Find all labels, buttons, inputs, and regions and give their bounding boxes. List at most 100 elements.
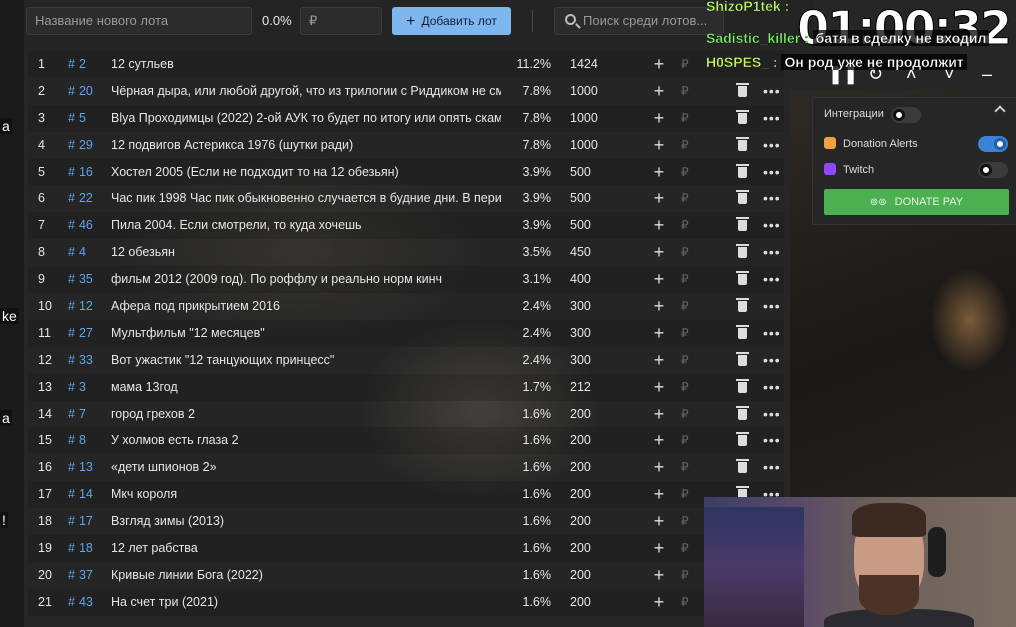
search-input[interactable]: Поиск среди лотов... — [554, 7, 724, 35]
lot-id-link[interactable]: #5 — [68, 105, 96, 132]
more-icon[interactable]: ••• — [763, 347, 780, 374]
lot-id-link[interactable]: #16 — [68, 159, 96, 186]
trash-icon[interactable] — [736, 351, 749, 366]
add-amount-icon[interactable]: + — [652, 481, 666, 508]
trash-icon[interactable] — [736, 244, 749, 259]
lot-name[interactable]: город грехов 2 — [111, 401, 501, 428]
lot-name[interactable]: Афера под прикрытием 2016 — [111, 293, 501, 320]
lot-name[interactable]: 12 лет рабства — [111, 535, 501, 562]
more-icon[interactable]: ••• — [763, 105, 780, 132]
add-amount-icon[interactable]: + — [652, 185, 666, 212]
donation-alerts-toggle[interactable] — [978, 136, 1008, 152]
trash-icon[interactable] — [736, 405, 749, 420]
lot-name[interactable]: Взгляд зимы (2013) — [111, 508, 501, 535]
trash-icon[interactable] — [736, 163, 749, 178]
lot-name[interactable]: мама 13год — [111, 374, 501, 401]
add-amount-icon[interactable]: + — [652, 51, 666, 78]
minus-icon[interactable]: ‒ — [982, 64, 992, 85]
lot-id-link[interactable]: #35 — [68, 266, 96, 293]
lot-name[interactable]: Пила 2004. Если смотрели, то куда хочешь — [111, 212, 501, 239]
lot-amount[interactable]: 200 — [570, 401, 610, 428]
donate-pay-button[interactable]: ⊚⊚ DONATE PAY — [824, 189, 1009, 215]
trash-icon[interactable] — [736, 136, 749, 151]
more-icon[interactable]: ••• — [763, 159, 780, 186]
trash-icon[interactable] — [736, 217, 749, 232]
add-lot-button[interactable]: + Добавить лот — [392, 7, 511, 35]
lot-id-link[interactable]: #2 — [68, 51, 96, 78]
lot-name[interactable]: На счет три (2021) — [111, 589, 501, 616]
more-icon[interactable]: ••• — [763, 185, 780, 212]
lot-name[interactable]: Час пик 1998 Час пик обыкновенно случает… — [111, 185, 501, 212]
lot-name-input[interactable]: Название нового лота — [26, 7, 252, 35]
add-amount-icon[interactable]: + — [652, 562, 666, 589]
lot-id-link[interactable]: #7 — [68, 401, 96, 428]
trash-icon[interactable] — [736, 271, 749, 286]
lot-amount[interactable]: 200 — [570, 508, 610, 535]
add-amount-icon[interactable]: + — [652, 454, 666, 481]
lot-name[interactable]: фильм 2012 (2009 год). По роффлу и реаль… — [111, 266, 501, 293]
lot-id-link[interactable]: #3 — [68, 374, 96, 401]
lot-name[interactable]: «дети шпионов 2» — [111, 454, 501, 481]
add-amount-icon[interactable]: + — [652, 535, 666, 562]
more-icon[interactable]: ••• — [763, 427, 780, 454]
lot-amount[interactable]: 450 — [570, 239, 610, 266]
chevron-up-icon[interactable] — [994, 105, 1006, 117]
lot-id-link[interactable]: #43 — [68, 589, 96, 616]
lot-amount[interactable]: 300 — [570, 347, 610, 374]
lot-id-link[interactable]: #4 — [68, 239, 96, 266]
lot-id-link[interactable]: #20 — [68, 78, 96, 105]
lot-id-link[interactable]: #13 — [68, 454, 96, 481]
add-amount-icon[interactable]: + — [652, 239, 666, 266]
integrations-toggle[interactable] — [891, 107, 921, 123]
trash-icon[interactable] — [736, 378, 749, 393]
more-icon[interactable]: ••• — [763, 374, 780, 401]
lot-id-link[interactable]: #27 — [68, 320, 96, 347]
lot-amount[interactable]: 200 — [570, 562, 610, 589]
lot-name[interactable]: 12 сутльев — [111, 51, 501, 78]
lot-id-link[interactable]: #22 — [68, 185, 96, 212]
trash-icon[interactable] — [736, 432, 749, 447]
lot-id-link[interactable]: #33 — [68, 347, 96, 374]
trash-icon[interactable] — [736, 298, 749, 313]
add-amount-icon[interactable]: + — [652, 508, 666, 535]
more-icon[interactable]: ••• — [763, 454, 780, 481]
lot-amount[interactable]: 200 — [570, 535, 610, 562]
lot-name[interactable]: Вот ужастик "12 танцующих принцесс" — [111, 347, 501, 374]
lot-amount[interactable]: 200 — [570, 589, 610, 616]
lot-amount[interactable]: 500 — [570, 159, 610, 186]
more-icon[interactable]: ••• — [763, 320, 780, 347]
price-input[interactable]: ₽ — [300, 7, 382, 35]
lot-name[interactable]: Чёрная дыра, или любой другой, что из тр… — [111, 78, 501, 105]
trash-icon[interactable] — [736, 459, 749, 474]
lot-amount[interactable]: 400 — [570, 266, 610, 293]
lot-id-link[interactable]: #12 — [68, 293, 96, 320]
lot-name[interactable]: 12 подвигов Астерикса 1976 (шутки ради) — [111, 132, 501, 159]
add-amount-icon[interactable]: + — [652, 374, 666, 401]
lot-amount[interactable]: 500 — [570, 185, 610, 212]
add-amount-icon[interactable]: + — [652, 212, 666, 239]
lot-name[interactable]: Хостел 2005 (Если не подходит то на 12 о… — [111, 159, 501, 186]
lot-name[interactable]: Blya Проходимцы (2022) 2-ой АУК то будет… — [111, 105, 501, 132]
lot-amount[interactable]: 300 — [570, 320, 610, 347]
lot-id-link[interactable]: #46 — [68, 212, 96, 239]
more-icon[interactable]: ••• — [763, 239, 780, 266]
more-icon[interactable]: ••• — [763, 293, 780, 320]
twitch-toggle[interactable] — [978, 162, 1008, 178]
lot-amount[interactable]: 212 — [570, 374, 610, 401]
add-amount-icon[interactable]: + — [652, 266, 666, 293]
add-amount-icon[interactable]: + — [652, 132, 666, 159]
more-icon[interactable]: ••• — [763, 132, 780, 159]
more-icon[interactable]: ••• — [763, 266, 780, 293]
lot-amount[interactable]: 200 — [570, 454, 610, 481]
lot-amount[interactable]: 1000 — [570, 78, 610, 105]
trash-icon[interactable] — [736, 190, 749, 205]
lot-id-link[interactable]: #29 — [68, 132, 96, 159]
trash-icon[interactable] — [736, 324, 749, 339]
lot-id-link[interactable]: #37 — [68, 562, 96, 589]
lot-name[interactable]: 12 обезьян — [111, 239, 501, 266]
add-amount-icon[interactable]: + — [652, 320, 666, 347]
add-amount-icon[interactable]: + — [652, 78, 666, 105]
add-amount-icon[interactable]: + — [652, 105, 666, 132]
add-amount-icon[interactable]: + — [652, 401, 666, 428]
lot-amount[interactable]: 500 — [570, 212, 610, 239]
